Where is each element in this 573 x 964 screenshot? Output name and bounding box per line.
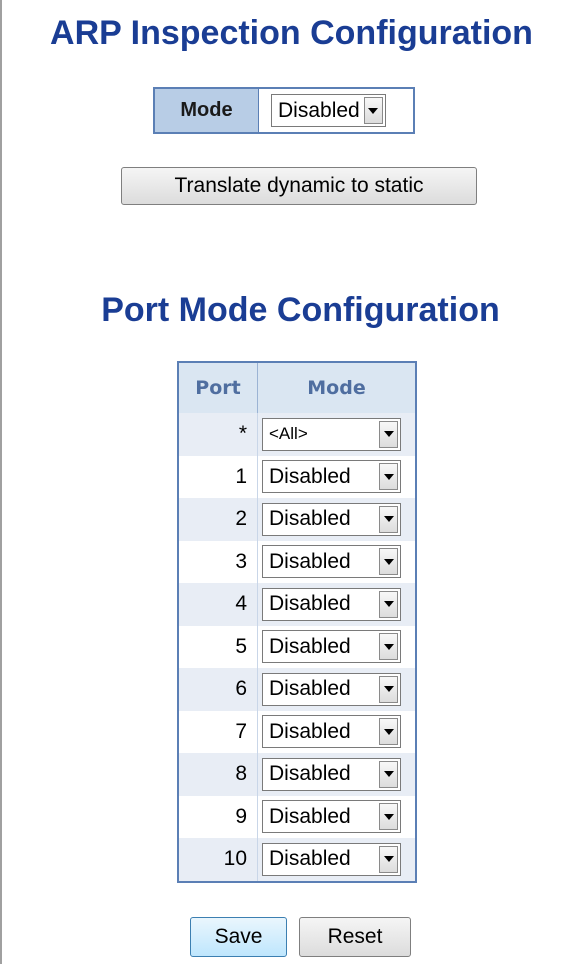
port-mode-select-value: Disabled: [269, 592, 351, 616]
port-mode-select-value: Disabled: [269, 804, 351, 828]
port-mode-select[interactable]: Disabled: [262, 672, 401, 706]
port-mode-table: Port Mode * <All> 1 Disabled 2 Disabled 3 Disab…: [177, 361, 417, 883]
chevron-down-icon[interactable]: [379, 590, 398, 618]
translate-dynamic-to-static-button[interactable]: Translate dynamic to static: [121, 167, 477, 205]
port-mode-select[interactable]: Disabled: [262, 545, 401, 579]
chevron-down-icon[interactable]: [363, 97, 383, 124]
port-mode-cell: Disabled: [258, 668, 415, 711]
table-row: 5 Disabled: [179, 625, 415, 668]
port-mode-select-value: <All>: [269, 424, 308, 444]
chevron-down-icon[interactable]: [379, 548, 398, 576]
port-number: 6: [179, 668, 258, 711]
port-mode-select-value: Disabled: [269, 719, 351, 743]
port-mode-select[interactable]: <All>: [262, 417, 401, 451]
port-mode-title: Port Mode Configuration: [101, 291, 500, 329]
port-mode-select[interactable]: Disabled: [262, 842, 401, 876]
global-mode-table: Mode Disabled: [153, 87, 415, 134]
mode-select[interactable]: Disabled: [271, 94, 386, 127]
port-mode-select-value: Disabled: [269, 634, 351, 658]
port-mode-select[interactable]: Disabled: [262, 460, 401, 494]
port-number: 5: [179, 625, 258, 668]
port-mode-select[interactable]: Disabled: [262, 715, 401, 749]
mode-cell: Disabled: [259, 89, 413, 132]
port-mode-cell: Disabled: [258, 455, 415, 498]
port-mode-cell: Disabled: [258, 753, 415, 796]
table-row: 4 Disabled: [179, 583, 415, 626]
port-mode-cell: Disabled: [258, 583, 415, 626]
port-mode-select[interactable]: Disabled: [262, 757, 401, 791]
port-number: *: [179, 413, 258, 456]
port-number: 4: [179, 583, 258, 626]
port-number: 3: [179, 540, 258, 583]
port-mode-cell: <All>: [258, 413, 415, 456]
port-mode-cell: Disabled: [258, 838, 415, 881]
port-mode-select-value: Disabled: [269, 847, 351, 871]
table-row: 3 Disabled: [179, 540, 415, 583]
port-mode-select[interactable]: Disabled: [262, 630, 401, 664]
chevron-down-icon[interactable]: [379, 633, 398, 661]
table-row: 2 Disabled: [179, 498, 415, 541]
chevron-down-icon[interactable]: [379, 845, 398, 873]
page-title: ARP Inspection Configuration: [50, 14, 533, 52]
chevron-down-icon[interactable]: [379, 463, 398, 491]
port-mode-select[interactable]: Disabled: [262, 800, 401, 834]
port-mode-cell: Disabled: [258, 795, 415, 838]
save-button[interactable]: Save: [190, 917, 287, 957]
table-row: 8 Disabled: [179, 753, 415, 796]
chevron-down-icon[interactable]: [379, 760, 398, 788]
left-border: [0, 0, 2, 964]
mode-select-value: Disabled: [278, 98, 360, 122]
reset-button[interactable]: Reset: [299, 917, 411, 957]
port-mode-select[interactable]: Disabled: [262, 587, 401, 621]
port-mode-select-value: Disabled: [269, 507, 351, 531]
port-mode-cell: Disabled: [258, 625, 415, 668]
chevron-down-icon[interactable]: [379, 718, 398, 746]
table-row: 6 Disabled: [179, 668, 415, 711]
chevron-down-icon[interactable]: [379, 505, 398, 533]
port-number: 10: [179, 838, 258, 881]
table-row: 1 Disabled: [179, 455, 415, 498]
chevron-down-icon[interactable]: [379, 675, 398, 703]
port-mode-cell: Disabled: [258, 540, 415, 583]
table-row: 9 Disabled: [179, 795, 415, 838]
port-mode-select-value: Disabled: [269, 464, 351, 488]
port-mode-select-value: Disabled: [269, 762, 351, 786]
table-row: 10 Disabled: [179, 838, 415, 881]
port-number: 1: [179, 455, 258, 498]
table-row: * <All>: [179, 413, 415, 456]
port-number: 7: [179, 710, 258, 753]
port-mode-select[interactable]: Disabled: [262, 502, 401, 536]
chevron-down-icon[interactable]: [379, 803, 398, 831]
port-number: 9: [179, 795, 258, 838]
port-mode-select-value: Disabled: [269, 677, 351, 701]
chevron-down-icon[interactable]: [379, 420, 398, 448]
port-column-header: Port: [179, 363, 258, 413]
mode-label: Mode: [155, 89, 259, 132]
port-mode-cell: Disabled: [258, 498, 415, 541]
port-mode-select-value: Disabled: [269, 549, 351, 573]
port-number: 2: [179, 498, 258, 541]
mode-column-header: Mode: [258, 363, 415, 413]
port-mode-cell: Disabled: [258, 710, 415, 753]
table-row: 7 Disabled: [179, 710, 415, 753]
port-number: 8: [179, 753, 258, 796]
